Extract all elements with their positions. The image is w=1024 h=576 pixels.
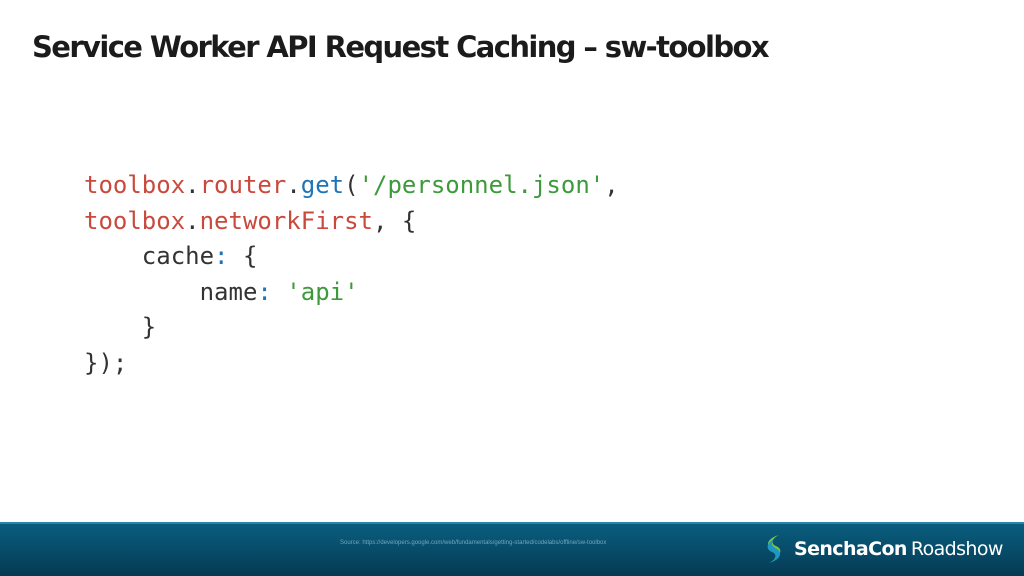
code-token-dot: . xyxy=(185,171,200,199)
code-token-key: name xyxy=(199,277,258,306)
code-token-string: 'api' xyxy=(286,277,359,306)
code-token-colon: : xyxy=(257,277,272,306)
code-token-dot: . xyxy=(185,206,200,235)
code-line-5: } xyxy=(84,310,619,346)
code-token-property: router xyxy=(199,171,287,199)
code-line-3: cache: { xyxy=(84,239,619,275)
code-line-6: }); xyxy=(84,346,619,382)
code-token-key: cache xyxy=(141,242,215,270)
sencha-logo-icon xyxy=(767,535,781,563)
code-token-dot: . xyxy=(286,171,301,199)
code-token-object: toolbox xyxy=(84,171,186,199)
code-token-object: toolbox xyxy=(84,206,186,235)
brand-lockup: SenchaCon Roadshow xyxy=(762,532,1003,566)
code-token-paren: ( xyxy=(344,171,359,199)
code-token-punct: }); xyxy=(84,348,128,377)
code-token-comma: , xyxy=(604,171,619,199)
code-token-punct: { xyxy=(228,242,258,270)
code-token-punct: , { xyxy=(373,206,417,235)
footer-highlight xyxy=(0,522,1024,524)
code-block: toolbox.router.get('/personnel.json', too… xyxy=(84,168,619,381)
code-token-string: '/personnel.json' xyxy=(358,171,605,199)
code-token-method: get xyxy=(300,171,345,199)
code-line-2: toolbox.networkFirst, { xyxy=(84,204,619,240)
code-line-4: name: 'api' xyxy=(84,275,619,311)
source-note: Source: https://developers.google.com/we… xyxy=(340,540,607,546)
brand-sub: Roadshow xyxy=(910,538,1004,560)
code-token-property: networkFirst xyxy=(199,206,373,235)
code-line-1: toolbox.router.get('/personnel.json', xyxy=(84,168,619,204)
slide-title: Service Worker API Request Caching – sw-… xyxy=(32,30,770,64)
code-token-punct: } xyxy=(84,313,157,341)
code-token-colon: : xyxy=(214,242,229,270)
footer-bar: Source: https://developers.google.com/we… xyxy=(0,522,1024,576)
brand-name: SenchaCon xyxy=(794,538,907,560)
